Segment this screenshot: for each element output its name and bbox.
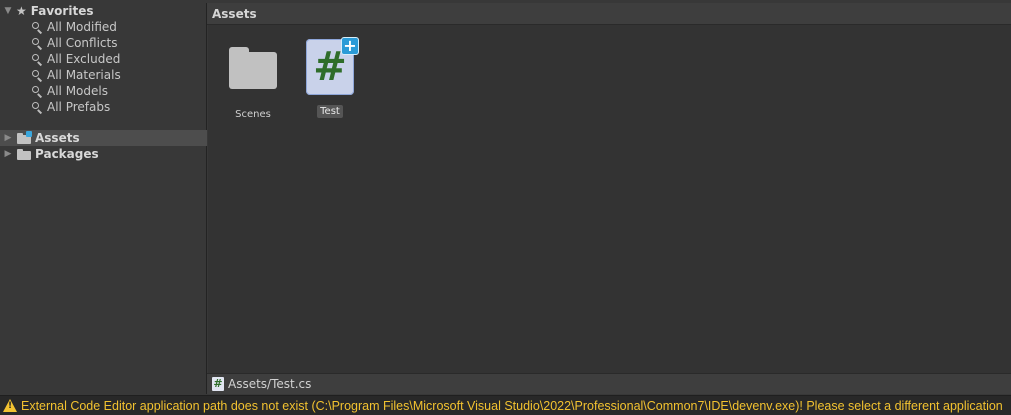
selection-path-bar: # Assets/Test.cs	[207, 373, 1011, 394]
search-icon	[31, 53, 43, 66]
asset-item-scenes[interactable]: Scenes	[218, 47, 288, 121]
assets-folder-icon	[17, 130, 32, 144]
favorite-item-label: All Materials	[47, 68, 121, 82]
search-icon	[31, 85, 43, 98]
asset-grid[interactable]: Scenes # + Test	[208, 25, 1011, 373]
search-icon	[31, 37, 43, 50]
foldout-collapsed-icon[interactable]: ▶	[2, 130, 14, 146]
favorite-item-all-conflicts[interactable]: All Conflicts	[0, 35, 238, 51]
favorites-header[interactable]: ▼ ★ Favorites	[0, 3, 207, 19]
tree-item-label: Packages	[35, 147, 99, 161]
warning-icon: !	[3, 399, 17, 412]
csharp-file-icon: #	[212, 377, 224, 391]
favorite-item-label: All Excluded	[47, 52, 121, 66]
favorite-item-label: All Prefabs	[47, 100, 111, 114]
tree-item-packages[interactable]: ▶ Packages	[0, 146, 207, 162]
folder-icon	[17, 148, 31, 160]
favorite-item-label: All Conflicts	[47, 36, 118, 50]
csharp-script-icon: # +	[306, 37, 359, 95]
favorite-item-all-modified[interactable]: All Modified	[0, 19, 238, 35]
folder-icon	[229, 47, 277, 91]
selection-path: Assets/Test.cs	[228, 377, 312, 391]
project-window: ▼ ★ Favorites All Modified All Conflicts…	[0, 0, 1011, 415]
favorites-label: Favorites	[30, 4, 94, 18]
favorite-item-all-materials[interactable]: All Materials	[0, 67, 238, 83]
tree-item-assets[interactable]: ▶ Assets	[0, 130, 207, 146]
status-bar[interactable]: ! External Code Editor application path …	[0, 395, 1011, 415]
add-badge-icon: +	[341, 37, 359, 55]
favorite-item-all-prefabs[interactable]: All Prefabs	[0, 99, 238, 115]
foldout-expanded-icon[interactable]: ▼	[2, 3, 14, 19]
star-icon: ★	[16, 4, 27, 18]
favorite-item-all-models[interactable]: All Models	[0, 83, 238, 99]
favorite-item-label: All Models	[47, 84, 108, 98]
project-tree-panel: ▼ ★ Favorites All Modified All Conflicts…	[0, 3, 207, 394]
asset-item-test[interactable]: # + Test	[295, 37, 365, 118]
search-icon	[31, 69, 43, 82]
favorite-item-label: All Modified	[47, 20, 117, 34]
status-message[interactable]: External Code Editor application path do…	[21, 399, 1003, 413]
search-icon	[31, 21, 43, 34]
asset-name: Scenes	[235, 109, 271, 120]
breadcrumb-assets[interactable]: Assets	[212, 7, 257, 21]
foldout-collapsed-icon[interactable]: ▶	[2, 146, 14, 162]
search-icon	[31, 101, 43, 114]
asset-name: Test	[317, 105, 343, 118]
breadcrumb: Assets	[207, 3, 1011, 25]
tree-item-label: Assets	[35, 131, 80, 145]
favorite-item-all-excluded[interactable]: All Excluded	[0, 51, 238, 67]
